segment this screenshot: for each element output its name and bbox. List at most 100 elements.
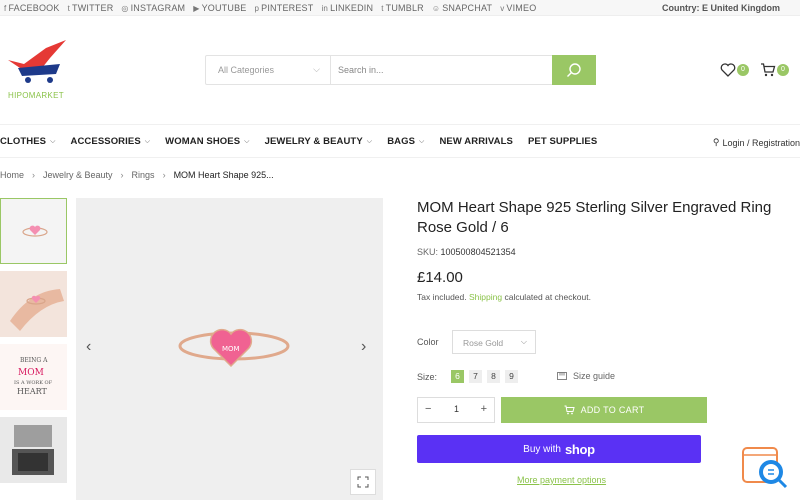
prev-arrow-icon[interactable]: ‹ bbox=[86, 338, 91, 356]
login-link[interactable]: ⚲ Login / Registration bbox=[713, 137, 800, 148]
thumbnail-hand[interactable] bbox=[0, 271, 67, 337]
ring-illustration: MOM bbox=[178, 328, 290, 368]
cart-button[interactable]: 0 bbox=[760, 62, 792, 80]
facebook-icon: f bbox=[4, 3, 7, 13]
top-social-bar: f FACEBOOK t TWITTER ◎ INSTAGRAM ▶ YOUTUBE p PINT… bbox=[0, 0, 800, 16]
quote-line-2: MOM bbox=[18, 368, 44, 378]
social-link-vimeo[interactable]: v VIMEO bbox=[500, 3, 536, 13]
more-payment-options-link[interactable]: More payment options bbox=[517, 475, 606, 485]
category-select[interactable]: All Categories ⌵ bbox=[206, 56, 331, 84]
nav-item-woman-shoes[interactable]: WOMAN SHOES ⌵ bbox=[165, 136, 249, 147]
tumblr-icon: t bbox=[381, 3, 384, 13]
buy-with-shop-button[interactable]: Buy with shop bbox=[417, 435, 701, 463]
sku-label: SKU: bbox=[417, 247, 439, 257]
breadcrumb-category[interactable]: Jewelry & Beauty bbox=[43, 170, 113, 180]
breadcrumb-subcategory[interactable]: Rings bbox=[132, 170, 155, 180]
ruler-icon bbox=[557, 372, 567, 380]
nav-item-label: JEWELRY & BEAUTY bbox=[264, 136, 363, 147]
nav-item-clothes[interactable]: CLOTHES ⌵ bbox=[0, 136, 56, 147]
social-link-twitter[interactable]: t TWITTER bbox=[68, 3, 114, 13]
size-option-8[interactable]: 8 bbox=[487, 370, 500, 383]
help-chat-widget[interactable] bbox=[741, 446, 791, 490]
expand-icon bbox=[357, 476, 369, 488]
quote-line-1: BEING A bbox=[20, 357, 48, 364]
nav-item-label: NEW ARRIVALS bbox=[439, 136, 513, 147]
size-label: Size: bbox=[417, 372, 438, 382]
size-guide-link[interactable]: Size guide bbox=[557, 371, 615, 381]
next-arrow-icon[interactable]: › bbox=[361, 338, 366, 356]
search-button[interactable] bbox=[552, 55, 596, 85]
quantity-stepper: − 1 + bbox=[417, 397, 495, 423]
hand-image bbox=[0, 271, 67, 337]
logo-cart-icon bbox=[8, 40, 66, 83]
snapchat-icon: ☺ bbox=[431, 3, 441, 13]
chevron-right-icon: › bbox=[32, 170, 36, 180]
breadcrumb-home[interactable]: Home bbox=[0, 170, 24, 180]
heart-icon bbox=[720, 63, 736, 77]
quote-image: BEING A MOM IS A WORK OF HEART bbox=[0, 344, 67, 410]
breadcrumb: Home › Jewelry & Beauty › Rings › MOM He… bbox=[0, 170, 274, 180]
tax-prefix: Tax included. bbox=[417, 292, 467, 302]
cart-icon bbox=[564, 405, 575, 415]
wishlist-button[interactable]: 0 bbox=[720, 62, 750, 80]
size-option-6[interactable]: 6 bbox=[451, 370, 464, 383]
color-value: Rose Gold bbox=[463, 338, 504, 348]
social-link-facebook[interactable]: f FACEBOOK bbox=[4, 3, 60, 13]
quantity-value[interactable]: 1 bbox=[454, 404, 459, 414]
user-icon: ⚲ bbox=[712, 137, 720, 147]
linkedin-icon: in bbox=[321, 3, 329, 13]
size-option-7[interactable]: 7 bbox=[469, 370, 482, 383]
chevron-down-icon: ⌵ bbox=[313, 64, 320, 74]
size-option-9[interactable]: 9 bbox=[505, 370, 518, 383]
main-nav: CLOTHES ⌵ ACCESSORIES ⌵ WOMAN SHOES ⌵ JEWELRY … bbox=[0, 124, 800, 158]
thumbnail-quote[interactable]: BEING A MOM IS A WORK OF HEART bbox=[0, 344, 67, 410]
product-title: MOM Heart Shape 925 Sterling Silver Engr… bbox=[417, 199, 772, 236]
search-icon bbox=[567, 63, 581, 77]
quote-line-4: HEART bbox=[17, 387, 47, 396]
social-link-tumblr[interactable]: t TUMBLR bbox=[381, 3, 424, 13]
chevron-right-icon: › bbox=[162, 170, 166, 180]
social-link-label: YOUTUBE bbox=[201, 3, 247, 13]
zoom-button[interactable] bbox=[350, 469, 376, 495]
chevron-down-icon: ⌵ bbox=[50, 137, 56, 145]
country-selector[interactable]: Country: E United Kingdom bbox=[662, 3, 780, 13]
search-bar: All Categories ⌵ bbox=[205, 55, 596, 85]
add-to-cart-button[interactable]: ADD TO CART bbox=[501, 397, 707, 423]
nav-item-label: BAGS bbox=[387, 136, 416, 147]
social-link-youtube[interactable]: ▶ YOUTUBE bbox=[193, 3, 246, 13]
ring-image bbox=[22, 225, 48, 237]
quantity-increase-button[interactable]: + bbox=[481, 403, 487, 415]
social-link-label: SNAPCHAT bbox=[442, 3, 493, 13]
main-product-image[interactable]: ‹ MOM › bbox=[76, 198, 383, 500]
twitter-icon: t bbox=[67, 3, 70, 13]
breadcrumb-current: MOM Heart Shape 925... bbox=[173, 170, 274, 180]
nav-item-new-arrivals[interactable]: NEW ARRIVALS bbox=[439, 136, 513, 147]
thumbnail-box[interactable] bbox=[0, 417, 67, 483]
quote-line-3: IS A WORK OF bbox=[14, 380, 53, 386]
sku-value: 100500804521354 bbox=[440, 247, 516, 257]
add-to-cart-label: ADD TO CART bbox=[580, 405, 645, 415]
shipping-link[interactable]: Shipping bbox=[469, 292, 502, 302]
nav-item-bags[interactable]: BAGS ⌵ bbox=[387, 136, 424, 147]
social-link-label: TWITTER bbox=[72, 3, 114, 13]
nav-item-accessories[interactable]: ACCESSORIES ⌵ bbox=[71, 136, 151, 147]
nav-item-jewelry-beauty[interactable]: JEWELRY & BEAUTY ⌵ bbox=[265, 136, 373, 147]
social-link-pinterest[interactable]: p PINTEREST bbox=[254, 3, 313, 13]
search-input[interactable] bbox=[338, 56, 548, 84]
quantity-decrease-button[interactable]: − bbox=[425, 403, 431, 415]
nav-item-label: PET SUPPLIES bbox=[527, 136, 598, 147]
thumbnail-ring[interactable] bbox=[0, 198, 67, 264]
box-image bbox=[0, 417, 67, 483]
social-link-label: PINTEREST bbox=[261, 3, 314, 13]
color-select[interactable]: Rose Gold ⌵ bbox=[452, 330, 536, 354]
social-links: f FACEBOOK t TWITTER ◎ INSTAGRAM ▶ YOUTUBE p PINT… bbox=[4, 3, 536, 13]
social-link-linkedin[interactable]: in LINKEDIN bbox=[321, 3, 373, 13]
social-link-label: FACEBOOK bbox=[8, 3, 60, 13]
social-link-snapchat[interactable]: ☺ SNAPCHAT bbox=[432, 3, 492, 13]
chevron-down-icon: ⌵ bbox=[520, 337, 527, 346]
social-link-instagram[interactable]: ◎ INSTAGRAM bbox=[121, 3, 185, 13]
chevron-down-icon: ⌵ bbox=[144, 137, 151, 145]
product-price: £14.00 bbox=[417, 269, 463, 286]
chevron-down-icon: ⌵ bbox=[366, 137, 373, 145]
nav-item-pet-supplies[interactable]: PET SUPPLIES bbox=[528, 136, 597, 147]
